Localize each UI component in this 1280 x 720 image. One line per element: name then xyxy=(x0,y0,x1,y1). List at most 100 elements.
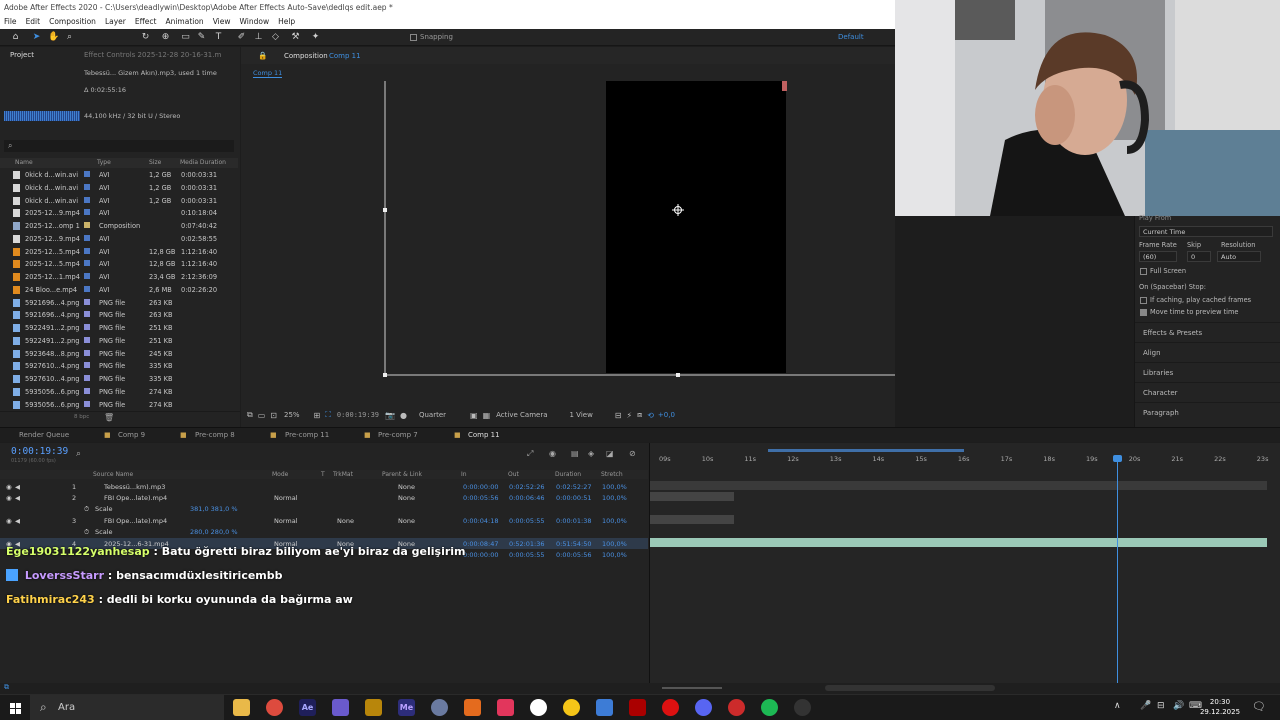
column-stretch[interactable]: Stretch xyxy=(601,471,623,478)
skip-dropdown[interactable]: 0 xyxy=(1187,251,1211,262)
scale-value[interactable]: 381,0 381,0 % xyxy=(190,505,238,513)
project-item[interactable]: 5923648...8.png PNG file 245 KB xyxy=(0,348,228,361)
column-out[interactable]: Out xyxy=(508,471,519,478)
label-color-swatch[interactable] xyxy=(84,311,90,318)
project-item[interactable]: 0kick d...win.avi AVI 1,2 GB 0:00:03:31 xyxy=(0,169,228,182)
composition-viewer[interactable] xyxy=(241,81,972,407)
column-t[interactable]: T xyxy=(321,471,325,478)
label-color-swatch[interactable] xyxy=(84,171,90,177)
notification-icon[interactable]: 🗨 xyxy=(1252,700,1266,713)
composition-tab-name[interactable]: Comp 11 xyxy=(329,52,361,60)
workspace-selector[interactable]: Default xyxy=(838,33,864,41)
always-preview-icon[interactable]: ⧉ xyxy=(247,410,253,420)
graph-editor-icon[interactable]: ◪ xyxy=(606,449,614,458)
label-color-swatch[interactable] xyxy=(84,387,90,394)
chrome-icon[interactable] xyxy=(266,699,283,716)
layer-row[interactable]: ◉ ◀ 1 Tebessü...km).mp3 None 0:00:00:00 0:02:5… xyxy=(0,481,648,492)
frame-rate-dropdown[interactable]: (60) xyxy=(1139,251,1177,262)
play-from-dropdown[interactable]: Current Time xyxy=(1139,226,1273,237)
rotate-tool-icon[interactable]: ↻ xyxy=(140,32,151,43)
eraser-tool-icon[interactable]: ◇ xyxy=(270,32,281,43)
label-color-swatch[interactable] xyxy=(84,298,90,305)
discord-icon[interactable] xyxy=(695,699,712,716)
after-effects-icon[interactable]: Ae xyxy=(299,699,316,716)
align-panel[interactable]: Align xyxy=(1135,342,1280,362)
comp-sub-tab[interactable]: Comp 11 xyxy=(253,69,283,78)
project-item[interactable]: 24 Bloo...e.mp4 AVI 2,6 MB 0:02:26:20 xyxy=(0,284,228,297)
app-icon[interactable] xyxy=(530,699,547,716)
trash-icon[interactable]: 🗑 xyxy=(104,413,114,422)
fit-icon[interactable]: ⊞ xyxy=(314,411,321,420)
tag-icon[interactable]: ⊘ xyxy=(629,449,636,458)
horizontal-scrollbar[interactable] xyxy=(825,685,995,691)
comp-timecode[interactable]: 0:00:19:39 xyxy=(337,411,379,419)
libraries-panel[interactable]: Libraries xyxy=(1135,362,1280,382)
cache-checkbox[interactable] xyxy=(1140,297,1147,304)
label-color-swatch[interactable] xyxy=(84,324,90,330)
menu-window[interactable]: Window xyxy=(240,15,270,29)
project-item[interactable]: 2025-12...1.mp4 AVI 23,4 GB 2:12:36:09 xyxy=(0,271,228,284)
app-icon[interactable] xyxy=(431,699,448,716)
menu-view[interactable]: View xyxy=(213,15,231,29)
project-item[interactable]: 5935056...6.png PNG file 274 KB xyxy=(0,399,228,412)
tab-pre-comp-11[interactable]: Pre-comp 11 xyxy=(285,431,329,439)
project-item[interactable]: 0kick d...win.avi AVI 1,2 GB 0:00:03:31 xyxy=(0,182,228,195)
label-color-swatch[interactable] xyxy=(84,285,90,292)
stopwatch-icon[interactable]: ⏱ xyxy=(84,505,89,514)
roi-icon[interactable]: ▣ xyxy=(470,411,478,420)
tab-comp-11[interactable]: Comp 11 xyxy=(468,431,500,439)
layer-bar-4[interactable] xyxy=(650,538,1267,547)
camera-dropdown[interactable]: Active Camera xyxy=(496,411,547,419)
app-icon[interactable] xyxy=(629,699,646,716)
label-color-swatch[interactable] xyxy=(84,260,90,267)
playhead-handle[interactable] xyxy=(1113,455,1122,462)
exposure-reset-icon[interactable]: ⟲ xyxy=(647,411,654,420)
project-item[interactable]: 2025-12...9.mp4 AVI 0:10:18:04 xyxy=(0,207,228,220)
label-color-swatch[interactable] xyxy=(84,400,90,407)
menu-layer[interactable]: Layer xyxy=(105,15,126,29)
project-item[interactable]: 5922491...2.png PNG file 251 KB xyxy=(0,322,228,335)
type-tool-icon[interactable]: T xyxy=(213,32,224,43)
transparency-grid-icon[interactable]: ▦ xyxy=(483,411,491,420)
flowchart-icon[interactable]: ⧈ xyxy=(637,410,642,420)
brush-tool-icon[interactable]: ✐ xyxy=(236,32,247,43)
menu-file[interactable]: File xyxy=(4,15,17,29)
tab-comp-9[interactable]: Comp 9 xyxy=(118,431,145,439)
roto-brush-tool-icon[interactable]: ⚒ xyxy=(290,32,301,43)
layer-parent[interactable]: None xyxy=(398,494,415,502)
label-color-swatch[interactable] xyxy=(84,362,90,369)
exposure-value[interactable]: +0,0 xyxy=(658,411,675,419)
layer-name[interactable]: FBI Ope...late).mp4 xyxy=(104,494,167,502)
app-icon[interactable] xyxy=(662,699,679,716)
zoom-slider[interactable] xyxy=(662,687,722,689)
camera-tool-icon[interactable]: ⊕ xyxy=(160,32,171,43)
layer-bar-3[interactable] xyxy=(650,515,734,524)
menu-effect[interactable]: Effect xyxy=(135,15,157,29)
timeline-track-area[interactable]: 09s 10s 11s 12s 13s 14s 15s 16s 17s 18s 19s 20s 21s 2… xyxy=(649,443,1280,683)
layer-name[interactable]: Tebessü...km).mp3 xyxy=(104,483,165,491)
project-item[interactable]: 2025-12...9.mp4 AVI 0:02:58:55 xyxy=(0,233,228,246)
tab-render-queue[interactable]: Render Queue xyxy=(19,431,69,439)
puppet-tool-icon[interactable]: ✦ xyxy=(310,32,321,43)
project-tab[interactable]: Project xyxy=(10,51,34,59)
project-item[interactable]: 5921696...4.png PNG file 263 KB xyxy=(0,309,228,322)
motion-blur-icon[interactable]: ◈ xyxy=(588,449,594,458)
audio-icon[interactable]: ◀ xyxy=(15,494,20,502)
app-icon[interactable] xyxy=(728,699,745,716)
snapping-checkbox[interactable] xyxy=(410,33,417,41)
snapshot-icon[interactable]: 📷 xyxy=(385,411,395,420)
column-source-name[interactable]: Source Name xyxy=(93,471,133,478)
project-item[interactable]: 0kick d...win.avi AVI 1,2 GB 0:00:03:31 xyxy=(0,195,228,208)
column-type[interactable]: Type xyxy=(97,159,111,166)
menu-composition[interactable]: Composition xyxy=(49,15,96,29)
home-icon[interactable]: ⌂ xyxy=(10,32,21,43)
project-item[interactable]: 5927610...4.png PNG file 335 KB xyxy=(0,373,228,386)
app-icon[interactable] xyxy=(365,699,382,716)
layer-row[interactable]: ◉ ◀ 3 FBI Ope...late).mp4 Normal None None 0:00… xyxy=(0,515,648,526)
layer-mode[interactable]: Normal xyxy=(274,494,298,502)
draft-3d-icon[interactable]: ⤢ xyxy=(527,449,533,459)
shy-layers-icon[interactable]: ◉ xyxy=(549,449,556,458)
timeline-current-time[interactable]: 0:00:19:39 xyxy=(11,446,68,457)
layer-name[interactable]: FBI Ope...late).mp4 xyxy=(104,517,167,525)
bit-depth-label[interactable]: 8 bpc xyxy=(74,414,89,420)
